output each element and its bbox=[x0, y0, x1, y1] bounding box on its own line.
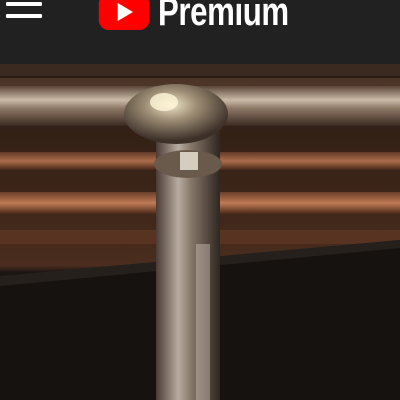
video-player[interactable] bbox=[0, 64, 400, 400]
app-page: Premium bbox=[0, 0, 400, 400]
menu-bar-line bbox=[6, 2, 42, 6]
top-app-bar: Premium bbox=[0, 0, 400, 64]
logo-wordmark: Premium bbox=[158, 0, 289, 34]
youtube-play-icon bbox=[98, 0, 150, 30]
youtube-premium-logo[interactable]: Premium bbox=[96, 0, 326, 32]
hamburger-menu-icon[interactable] bbox=[4, 0, 44, 26]
menu-bar-line bbox=[6, 14, 42, 18]
video-frame bbox=[0, 64, 400, 400]
